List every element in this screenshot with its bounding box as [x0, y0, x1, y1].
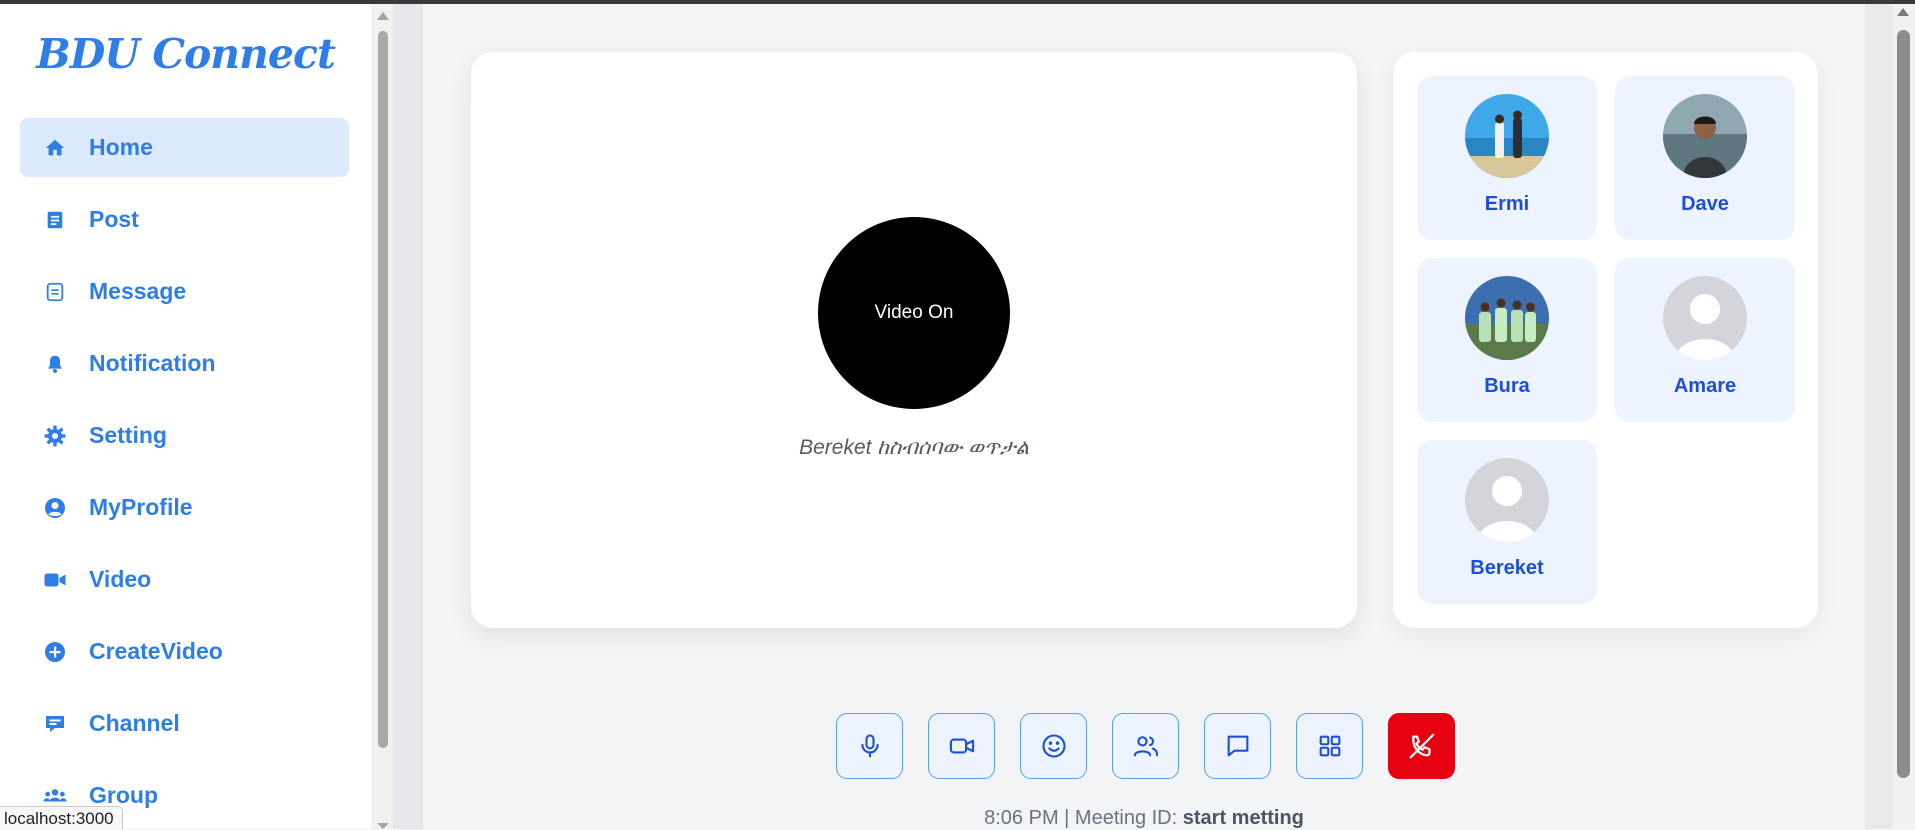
participant-name: Amare — [1673, 375, 1737, 397]
participant-name: Bura — [1484, 375, 1530, 397]
meeting-id-value: start metting — [1182, 807, 1304, 829]
end-call-icon — [1409, 733, 1434, 759]
video-camera-icon — [43, 568, 67, 592]
layout-button[interactable] — [1296, 713, 1363, 779]
sidebar-item-label: Notification — [89, 350, 216, 376]
chat-icon — [1227, 735, 1248, 757]
reactions-button[interactable] — [1020, 713, 1087, 779]
scroll-up-arrow-icon[interactable] — [1897, 8, 1909, 16]
sidebar-item-video[interactable]: Video — [20, 550, 349, 609]
sidebar-item-post[interactable]: Post — [20, 190, 349, 249]
page-scrollbar-thumb[interactable] — [1897, 30, 1910, 778]
meeting-status-line: 8:06 PM | Meeting ID: start metting — [423, 807, 1865, 830]
sidebar-scrollbar[interactable] — [371, 4, 393, 829]
sidebar-item-label: Home — [89, 134, 153, 160]
participant-avatar — [1663, 94, 1747, 178]
participants-icon — [1133, 736, 1158, 757]
participants-panel: Ermi Dave Bura Amare Bereket — [1393, 52, 1818, 628]
scroll-down-arrow-icon[interactable] — [377, 823, 389, 829]
participant-name: Ermi — [1484, 193, 1530, 215]
sidebar-item-label: MyProfile — [89, 494, 193, 520]
mute-button[interactable] — [836, 713, 903, 779]
camera-button[interactable] — [928, 713, 995, 779]
meeting-time: 8:06 PM — [984, 807, 1059, 829]
plus-circle-icon — [43, 640, 67, 664]
participant-avatar — [1465, 276, 1549, 360]
participant-tile[interactable]: Amare — [1615, 258, 1795, 422]
default-avatar-icon — [1465, 458, 1549, 542]
sidebar-item-home[interactable]: Home — [20, 118, 349, 177]
sidebar-item-message[interactable]: Message — [20, 262, 349, 321]
participants-button[interactable] — [1112, 713, 1179, 779]
bell-icon — [43, 352, 67, 376]
participant-name: Dave — [1681, 193, 1729, 215]
app-logo[interactable]: BDU Connect — [0, 30, 371, 78]
browser-status-url: localhost:3000 — [0, 806, 123, 830]
sidebar-item-label: Message — [89, 278, 187, 304]
group-icon — [43, 784, 67, 808]
video-status-label: Video On — [874, 302, 954, 323]
participant-tile[interactable]: Ermi — [1417, 76, 1597, 240]
message-icon — [43, 280, 67, 304]
sidebar-item-setting[interactable]: Setting — [20, 406, 349, 465]
sidebar-item-label: CreateVideo — [89, 638, 223, 664]
end-call-button[interactable] — [1388, 713, 1455, 779]
participant-tile[interactable]: Bereket — [1417, 440, 1597, 604]
sidebar-item-channel[interactable]: Channel — [20, 694, 349, 753]
participant-tile[interactable]: Dave — [1615, 76, 1795, 240]
sidebar-item-createvideo[interactable]: CreateVideo — [20, 622, 349, 681]
microphone-icon — [860, 734, 879, 758]
participant-name: Bereket — [1470, 557, 1544, 579]
meeting-id-label: | Meeting ID: — [1058, 807, 1183, 829]
sidebar-item-label: Setting — [89, 422, 167, 448]
gear-icon — [43, 424, 67, 448]
scroll-up-arrow-icon[interactable] — [377, 12, 389, 20]
sidebar-divider — [393, 4, 423, 829]
participant-avatar — [1465, 94, 1549, 178]
sidebar-item-label: Group — [89, 782, 158, 808]
sidebar-item-myprofile[interactable]: MyProfile — [20, 478, 349, 537]
sidebar: BDU Connect Home Post Message Notificati… — [0, 4, 371, 829]
camera-icon — [949, 738, 974, 754]
default-avatar-icon — [1663, 276, 1747, 360]
grid-icon — [1319, 735, 1340, 757]
participant-left-message: Bereket ከስብሰባው ወጥታል — [799, 436, 1029, 459]
participant-tile[interactable]: Bura — [1417, 258, 1597, 422]
emoji-icon — [1041, 734, 1066, 758]
scrollbar-thumb[interactable] — [378, 31, 388, 748]
chat-button[interactable] — [1204, 713, 1271, 779]
sidebar-item-label: Video — [89, 566, 152, 592]
sidebar-item-label: Channel — [89, 710, 180, 736]
home-icon — [43, 136, 67, 160]
user-circle-icon — [43, 496, 67, 520]
main-video-stream[interactable]: Video On — [818, 217, 1010, 409]
channel-icon — [43, 712, 67, 736]
sidebar-item-label: Post — [89, 206, 139, 232]
post-icon — [43, 208, 67, 232]
sidebar-item-notification[interactable]: Notification — [20, 334, 349, 393]
